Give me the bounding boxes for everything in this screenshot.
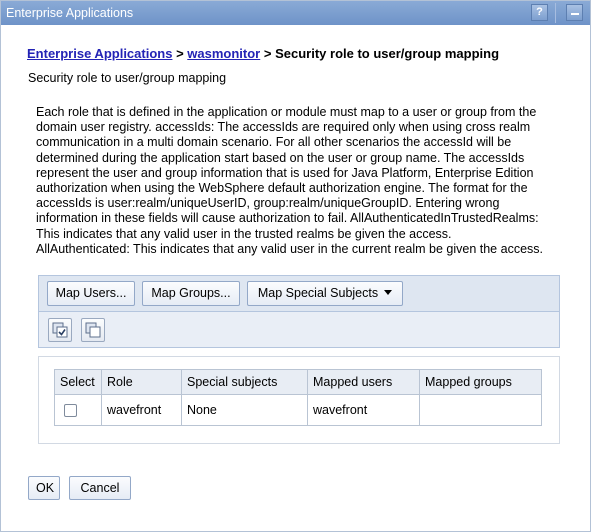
minimize-button[interactable]: [566, 4, 583, 21]
column-header-mapped-users: Mapped users: [307, 369, 420, 395]
cancel-button[interactable]: Cancel: [69, 476, 131, 500]
mapping-toolbar: Map Users... Map Groups... Map Special S…: [38, 275, 560, 312]
deselect-all-icon: [85, 322, 101, 338]
minimize-icon: [570, 13, 579, 15]
chevron-down-icon: [384, 290, 393, 295]
page-subtitle: Security role to user/group mapping: [28, 71, 227, 85]
breadcrumb-separator: >: [176, 46, 184, 61]
map-special-subjects-button[interactable]: Map Special Subjects: [247, 281, 403, 306]
breadcrumb-link-wasmonitor[interactable]: wasmonitor: [187, 46, 260, 61]
column-header-role: Role: [101, 369, 182, 395]
titlebar-divider: [555, 3, 556, 23]
breadcrumb-separator: >: [263, 46, 272, 61]
map-groups-button[interactable]: Map Groups...: [142, 281, 240, 306]
mapped-groups-cell: [419, 394, 542, 426]
special-subjects-cell: None: [181, 394, 308, 426]
selection-toolbar: [38, 312, 560, 348]
table-header-row: Select Role Special subjects Mapped user…: [54, 369, 542, 395]
breadcrumb-link-enterprise-applications[interactable]: Enterprise Applications: [27, 46, 172, 61]
select-all-button[interactable]: [48, 318, 72, 342]
help-button[interactable]: ?: [531, 4, 548, 21]
row-select-cell: [54, 394, 102, 426]
help-icon: ?: [536, 6, 543, 18]
ok-button[interactable]: OK: [28, 476, 60, 500]
select-all-icon: [52, 322, 68, 338]
panel-title: Enterprise Applications: [6, 6, 134, 20]
mapped-users-cell: wavefront: [307, 394, 420, 426]
role-cell: wavefront: [101, 394, 182, 426]
map-special-subjects-label: Map Special Subjects: [257, 286, 379, 300]
enterprise-applications-panel: Enterprise Applications ? Enterprise App…: [0, 0, 591, 532]
column-header-special-subjects: Special subjects: [181, 369, 308, 395]
panel-titlebar: Enterprise Applications ?: [1, 1, 590, 25]
row-select-checkbox[interactable]: [64, 404, 77, 418]
column-header-select: Select: [54, 369, 102, 395]
description-text: Each role that is defined in the applica…: [36, 105, 543, 256]
deselect-all-button[interactable]: [81, 318, 105, 342]
map-users-button[interactable]: Map Users...: [47, 281, 135, 306]
breadcrumb: Enterprise Applications > wasmonitor > S…: [27, 46, 499, 61]
role-mapping-table-container: Select Role Special subjects Mapped user…: [38, 356, 560, 444]
role-mapping-table: Select Role Special subjects Mapped user…: [54, 369, 542, 426]
table-row: wavefront None wavefront: [54, 394, 542, 426]
breadcrumb-current: Security role to user/group mapping: [275, 46, 500, 61]
column-header-mapped-groups: Mapped groups: [419, 369, 542, 395]
